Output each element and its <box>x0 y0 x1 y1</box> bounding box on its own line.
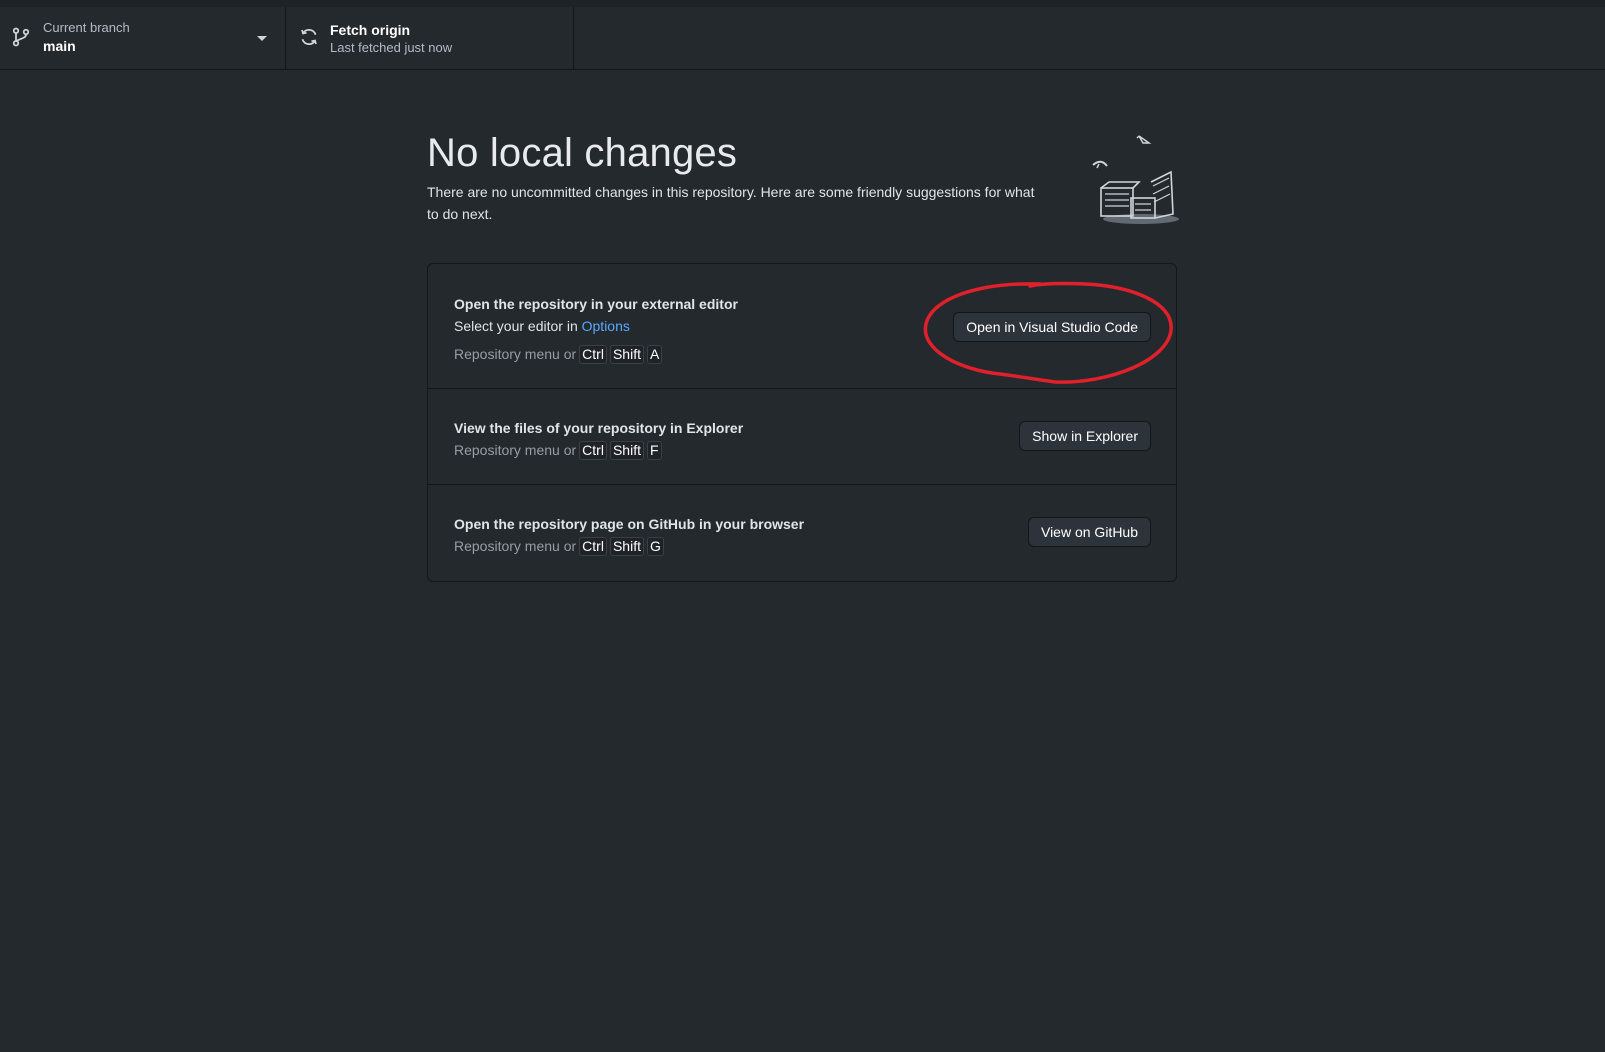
toolbar: Current branch main Fetch origin Last fe… <box>0 7 1605 70</box>
suggestions-panel: Open the repository in your external edi… <box>427 263 1177 582</box>
suggestion-title: Open the repository page on GitHub in yo… <box>454 516 805 532</box>
fetch-origin-label: Fetch origin <box>330 22 411 38</box>
no-changes-header: No local changes There are no uncommitte… <box>427 128 1179 225</box>
shortcut-prefix: Repository menu or <box>454 538 577 554</box>
suggestion-description-text: Select your editor in <box>454 318 582 334</box>
suggestion-description: Select your editor in Options <box>454 315 738 337</box>
suggestion-text: Open the repository in your external edi… <box>454 293 738 365</box>
current-branch-label: Current branch <box>43 20 130 35</box>
open-in-vscode-button[interactable]: Open in Visual Studio Code <box>953 312 1151 342</box>
kbd-ctrl: Ctrl <box>579 440 607 460</box>
last-fetched-label: Last fetched just now <box>330 40 453 55</box>
keyboard-shortcut: Repository menu or Ctrl Shift G <box>454 535 804 557</box>
page-subtitle: There are no uncommitted changes in this… <box>427 184 1035 222</box>
empty-state-illustration <box>1092 135 1179 224</box>
git-branch-icon <box>12 27 30 47</box>
suggestion-title: Open the repository in your external edi… <box>454 296 738 312</box>
fetch-origin-text: Fetch origin Last fetched just now <box>330 20 452 56</box>
shortcut-prefix: Repository menu or <box>454 346 577 362</box>
show-in-explorer-button[interactable]: Show in Explorer <box>1019 421 1151 451</box>
suggestion-show-explorer: View the files of your repository in Exp… <box>428 389 1176 485</box>
kbd-g: G <box>646 536 664 556</box>
fetch-origin-button[interactable]: Fetch origin Last fetched just now <box>286 7 574 69</box>
kbd-a: A <box>646 344 663 364</box>
kbd-f: F <box>646 440 662 460</box>
sync-icon <box>301 29 317 45</box>
kbd-shift: Shift <box>609 536 644 556</box>
kbd-shift: Shift <box>609 344 644 364</box>
page-title: No local changes <box>427 131 738 175</box>
suggestion-text: Open the repository page on GitHub in yo… <box>454 513 804 557</box>
kbd-ctrl: Ctrl <box>579 536 607 556</box>
suggestion-text: View the files of your repository in Exp… <box>454 417 743 461</box>
view-on-github-button[interactable]: View on GitHub <box>1027 517 1151 547</box>
current-branch-name: main <box>43 38 76 54</box>
current-branch-text: Current branch main <box>43 20 130 56</box>
options-link[interactable]: Options <box>582 318 630 334</box>
keyboard-shortcut: Repository menu or Ctrl Shift A <box>454 343 738 365</box>
suggestion-view-github: Open the repository page on GitHub in yo… <box>428 485 1176 581</box>
suggestion-title: View the files of your repository in Exp… <box>454 420 744 436</box>
suggestion-open-editor: Open the repository in your external edi… <box>428 264 1176 389</box>
shortcut-prefix: Repository menu or <box>454 442 577 458</box>
kbd-shift: Shift <box>609 440 644 460</box>
chevron-down-icon <box>257 36 267 41</box>
keyboard-shortcut: Repository menu or Ctrl Shift F <box>454 439 743 461</box>
kbd-ctrl: Ctrl <box>579 344 607 364</box>
current-branch-button[interactable]: Current branch main <box>0 7 286 69</box>
